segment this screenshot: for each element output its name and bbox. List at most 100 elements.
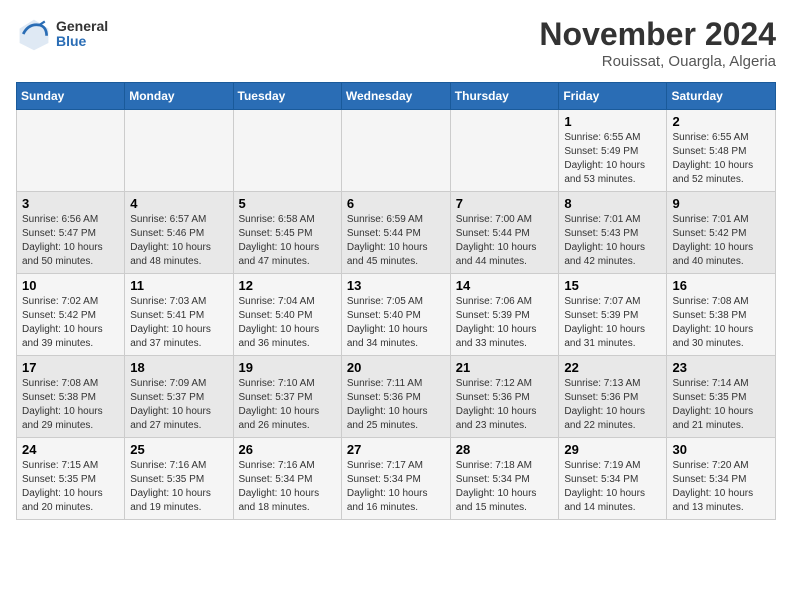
calendar-cell: 12Sunrise: 7:04 AM Sunset: 5:40 PM Dayli…: [233, 274, 341, 356]
calendar-cell: 1 Sunrise: 6:55 AM Sunset: 5:49 PM Daylig…: [559, 110, 667, 192]
day-header-monday: Monday: [125, 83, 233, 110]
day-info: Sunrise: 7:02 AM Sunset: 5:42 PM Dayligh…: [22, 295, 119, 351]
day-info: Sunrise: 6:55 AM Sunset: 5:49 PM Dayligh…: [564, 131, 661, 187]
day-info: Sunrise: 7:16 AM Sunset: 5:35 PM Dayligh…: [130, 459, 227, 515]
day-number: 21: [456, 360, 554, 375]
calendar-cell: 20 Sunrise: 7:11 AM Sunset: 5:36 PM Dayli…: [341, 356, 450, 438]
day-header-thursday: Thursday: [450, 83, 559, 110]
day-info: Sunrise: 7:08 AM Sunset: 5:38 PM Dayligh…: [672, 295, 770, 351]
calendar-cell: 13Sunrise: 7:05 AM Sunset: 5:40 PM Dayli…: [341, 274, 450, 356]
calendar-cell: 24 Sunrise: 7:15 AM Sunset: 5:35 PM Dayli…: [17, 438, 125, 520]
title-area: November 2024 Rouissat, Ouargla, Algeria: [539, 16, 776, 70]
calendar-cell: 8 Sunrise: 7:01 AM Sunset: 5:43 PM Daylig…: [559, 192, 667, 274]
calendar-cell: [125, 110, 233, 192]
calendar-cell: 17 Sunrise: 7:08 AM Sunset: 5:38 PM Dayli…: [17, 356, 125, 438]
day-number: 25: [130, 442, 227, 457]
day-info: Sunrise: 7:01 AM Sunset: 5:43 PM Dayligh…: [564, 213, 661, 269]
day-info: Sunrise: 7:04 AM Sunset: 5:40 PM Dayligh…: [239, 295, 336, 351]
day-number: 8: [564, 196, 661, 211]
day-info: Sunrise: 7:15 AM Sunset: 5:35 PM Dayligh…: [22, 459, 119, 515]
day-number: 20: [347, 360, 445, 375]
day-number: 26: [239, 442, 336, 457]
week-row-5: 24 Sunrise: 7:15 AM Sunset: 5:35 PM Dayli…: [17, 438, 776, 520]
logo-general-text: General: [56, 19, 108, 34]
day-number: 28: [456, 442, 554, 457]
day-number: 9: [672, 196, 770, 211]
week-row-2: 3Sunrise: 6:56 AM Sunset: 5:47 PM Daylig…: [17, 192, 776, 274]
day-info: Sunrise: 7:08 AM Sunset: 5:38 PM Dayligh…: [22, 377, 119, 433]
calendar-cell: 25 Sunrise: 7:16 AM Sunset: 5:35 PM Dayli…: [125, 438, 233, 520]
calendar-cell: 22 Sunrise: 7:13 AM Sunset: 5:36 PM Dayli…: [559, 356, 667, 438]
calendar-cell: 30 Sunrise: 7:20 AM Sunset: 5:34 PM Dayli…: [667, 438, 776, 520]
day-info: Sunrise: 7:13 AM Sunset: 5:36 PM Dayligh…: [564, 377, 661, 433]
day-number: 4: [130, 196, 227, 211]
day-info: Sunrise: 7:16 AM Sunset: 5:34 PM Dayligh…: [239, 459, 336, 515]
calendar-cell: 14 Sunrise: 7:06 AM Sunset: 5:39 PM Dayli…: [450, 274, 559, 356]
week-row-4: 17 Sunrise: 7:08 AM Sunset: 5:38 PM Dayli…: [17, 356, 776, 438]
calendar-cell: 16Sunrise: 7:08 AM Sunset: 5:38 PM Dayli…: [667, 274, 776, 356]
calendar-cell: 6Sunrise: 6:59 AM Sunset: 5:44 PM Daylig…: [341, 192, 450, 274]
day-info: Sunrise: 7:18 AM Sunset: 5:34 PM Dayligh…: [456, 459, 554, 515]
calendar-cell: 15Sunrise: 7:07 AM Sunset: 5:39 PM Dayli…: [559, 274, 667, 356]
calendar-cell: [233, 110, 341, 192]
calendar-cell: 18 Sunrise: 7:09 AM Sunset: 5:37 PM Dayli…: [125, 356, 233, 438]
day-number: 14: [456, 278, 554, 293]
day-number: 2: [672, 114, 770, 129]
day-number: 11: [130, 278, 227, 293]
day-number: 13: [347, 278, 445, 293]
day-info: Sunrise: 7:11 AM Sunset: 5:36 PM Dayligh…: [347, 377, 445, 433]
logo: General Blue: [16, 16, 108, 52]
calendar-cell: 7 Sunrise: 7:00 AM Sunset: 5:44 PM Daylig…: [450, 192, 559, 274]
calendar-cell: 26 Sunrise: 7:16 AM Sunset: 5:34 PM Dayli…: [233, 438, 341, 520]
day-info: Sunrise: 7:06 AM Sunset: 5:39 PM Dayligh…: [456, 295, 554, 351]
calendar-cell: [17, 110, 125, 192]
day-info: Sunrise: 7:07 AM Sunset: 5:39 PM Dayligh…: [564, 295, 661, 351]
day-info: Sunrise: 7:03 AM Sunset: 5:41 PM Dayligh…: [130, 295, 227, 351]
day-info: Sunrise: 7:10 AM Sunset: 5:37 PM Dayligh…: [239, 377, 336, 433]
day-number: 23: [672, 360, 770, 375]
day-number: 17: [22, 360, 119, 375]
logo-blue-text: Blue: [56, 34, 108, 49]
day-number: 5: [239, 196, 336, 211]
calendar-cell: 21 Sunrise: 7:12 AM Sunset: 5:36 PM Dayli…: [450, 356, 559, 438]
day-header-sunday: Sunday: [17, 83, 125, 110]
day-info: Sunrise: 6:59 AM Sunset: 5:44 PM Dayligh…: [347, 213, 445, 269]
week-row-3: 10 Sunrise: 7:02 AM Sunset: 5:42 PM Dayli…: [17, 274, 776, 356]
calendar-cell: 2Sunrise: 6:55 AM Sunset: 5:48 PM Daylig…: [667, 110, 776, 192]
calendar-cell: [450, 110, 559, 192]
day-info: Sunrise: 7:09 AM Sunset: 5:37 PM Dayligh…: [130, 377, 227, 433]
calendar-cell: 28 Sunrise: 7:18 AM Sunset: 5:34 PM Dayli…: [450, 438, 559, 520]
week-row-1: 1 Sunrise: 6:55 AM Sunset: 5:49 PM Daylig…: [17, 110, 776, 192]
day-number: 7: [456, 196, 554, 211]
day-info: Sunrise: 7:20 AM Sunset: 5:34 PM Dayligh…: [672, 459, 770, 515]
day-number: 24: [22, 442, 119, 457]
day-info: Sunrise: 7:12 AM Sunset: 5:36 PM Dayligh…: [456, 377, 554, 433]
day-header-tuesday: Tuesday: [233, 83, 341, 110]
day-number: 18: [130, 360, 227, 375]
calendar-table: SundayMondayTuesdayWednesdayThursdayFrid…: [16, 82, 776, 520]
day-info: Sunrise: 7:14 AM Sunset: 5:35 PM Dayligh…: [672, 377, 770, 433]
calendar-cell: 5Sunrise: 6:58 AM Sunset: 5:45 PM Daylig…: [233, 192, 341, 274]
day-number: 29: [564, 442, 661, 457]
day-info: Sunrise: 6:57 AM Sunset: 5:46 PM Dayligh…: [130, 213, 227, 269]
header-row: SundayMondayTuesdayWednesdayThursdayFrid…: [17, 83, 776, 110]
calendar-cell: 23 Sunrise: 7:14 AM Sunset: 5:35 PM Dayli…: [667, 356, 776, 438]
calendar-cell: 29Sunrise: 7:19 AM Sunset: 5:34 PM Dayli…: [559, 438, 667, 520]
calendar-cell: 19 Sunrise: 7:10 AM Sunset: 5:37 PM Dayli…: [233, 356, 341, 438]
day-number: 19: [239, 360, 336, 375]
day-number: 27: [347, 442, 445, 457]
day-info: Sunrise: 6:56 AM Sunset: 5:47 PM Dayligh…: [22, 213, 119, 269]
location-subtitle: Rouissat, Ouargla, Algeria: [539, 53, 776, 70]
calendar-cell: 27Sunrise: 7:17 AM Sunset: 5:34 PM Dayli…: [341, 438, 450, 520]
day-number: 10: [22, 278, 119, 293]
header: General Blue November 2024 Rouissat, Oua…: [16, 16, 776, 70]
calendar-cell: 11 Sunrise: 7:03 AM Sunset: 5:41 PM Dayli…: [125, 274, 233, 356]
day-info: Sunrise: 7:00 AM Sunset: 5:44 PM Dayligh…: [456, 213, 554, 269]
logo-text: General Blue: [56, 19, 108, 50]
calendar-cell: 9Sunrise: 7:01 AM Sunset: 5:42 PM Daylig…: [667, 192, 776, 274]
day-header-wednesday: Wednesday: [341, 83, 450, 110]
day-number: 30: [672, 442, 770, 457]
day-number: 1: [564, 114, 661, 129]
day-number: 22: [564, 360, 661, 375]
logo-icon: [16, 16, 52, 52]
